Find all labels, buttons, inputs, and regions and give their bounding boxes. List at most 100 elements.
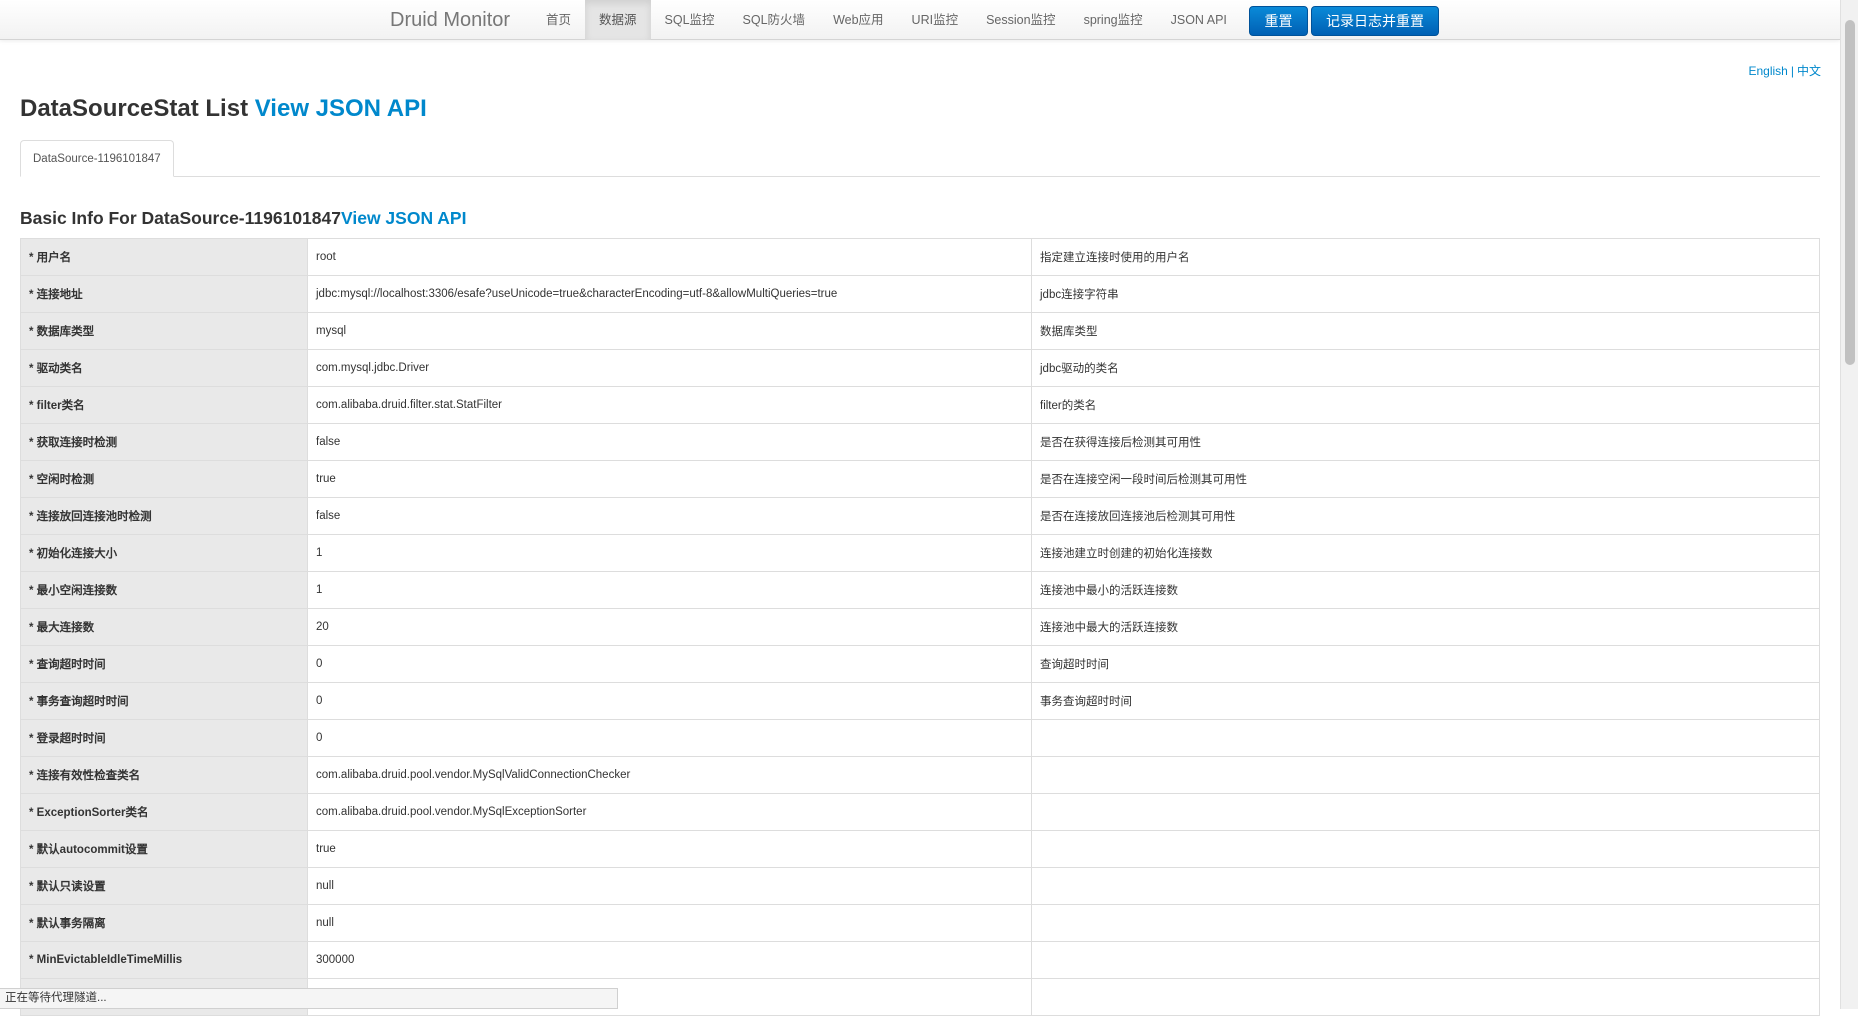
- row-description: [1031, 830, 1820, 868]
- reset-button[interactable]: 重置: [1249, 6, 1308, 36]
- row-value: 1: [307, 534, 1032, 572]
- table-row: * 最小空闲连接数 1 连接池中最小的活跃连接数: [20, 571, 1820, 609]
- nav-item-sql-monitor[interactable]: SQL监控: [651, 0, 729, 40]
- row-value: com.alibaba.druid.pool.vendor.MySqlValid…: [307, 756, 1032, 794]
- browser-status-bar: 正在等待代理隧道...: [0, 988, 618, 1009]
- page-title: DataSourceStat List View JSON API: [20, 94, 427, 124]
- row-description: 数据库类型: [1031, 312, 1820, 350]
- language-switch: English | 中文: [1749, 62, 1822, 79]
- table-row: * 连接放回连接池时检测 false 是否在连接放回连接池后检测其可用性: [20, 497, 1820, 535]
- lang-separator: |: [1790, 64, 1794, 78]
- table-row: * 用户名 root 指定建立连接时使用的用户名: [20, 238, 1820, 276]
- row-description: [1031, 904, 1820, 942]
- scrollbar-thumb[interactable]: [1845, 20, 1855, 365]
- table-row: * ExceptionSorter类名 com.alibaba.druid.poo…: [20, 793, 1820, 831]
- row-value: mysql: [307, 312, 1032, 350]
- table-row: * 默认只读设置 null: [20, 867, 1820, 905]
- row-value: null: [307, 867, 1032, 905]
- row-description: 指定建立连接时使用的用户名: [1031, 238, 1820, 276]
- row-description: 连接池中最大的活跃连接数: [1031, 608, 1820, 646]
- row-value: com.mysql.jdbc.Driver: [307, 349, 1032, 387]
- row-value: jdbc:mysql://localhost:3306/esafe?useUni…: [307, 275, 1032, 313]
- row-description: jdbc驱动的类名: [1031, 349, 1820, 387]
- tab-datasource[interactable]: DataSource-1196101847: [20, 140, 174, 177]
- table-row: * 数据库类型 mysql 数据库类型: [20, 312, 1820, 350]
- row-label: * 连接有效性检查类名: [20, 756, 308, 794]
- table-row: * 默认事务隔离 null: [20, 904, 1820, 942]
- table-row: * filter类名 com.alibaba.druid.filter.stat.…: [20, 386, 1820, 424]
- nav-item-datasource[interactable]: 数据源: [585, 0, 651, 40]
- table-row: * 初始化连接大小 1 连接池建立时创建的初始化连接数: [20, 534, 1820, 572]
- table-row: * 事务查询超时时间 0 事务查询超时时间: [20, 682, 1820, 720]
- row-value: com.alibaba.druid.filter.stat.StatFilter: [307, 386, 1032, 424]
- table-row: * 空闲时检测 true 是否在连接空闲一段时间后检测其可用性: [20, 460, 1820, 498]
- row-value: false: [307, 423, 1032, 461]
- nav-item-home[interactable]: 首页: [532, 0, 585, 40]
- row-label: * 驱动类名: [20, 349, 308, 387]
- row-value: 1: [307, 571, 1032, 609]
- section-view-json-api-link[interactable]: View JSON API: [341, 208, 466, 228]
- top-navbar: Druid Monitor 首页 数据源 SQL监控 SQL防火墙 Web应用 …: [0, 0, 1840, 40]
- row-description: 连接池建立时创建的初始化连接数: [1031, 534, 1820, 572]
- row-label: * 连接地址: [20, 275, 308, 313]
- table-row: * 驱动类名 com.mysql.jdbc.Driver jdbc驱动的类名: [20, 349, 1820, 387]
- row-value: true: [307, 460, 1032, 498]
- row-value: 0: [307, 645, 1032, 683]
- row-description: [1031, 719, 1820, 757]
- view-json-api-link[interactable]: View JSON API: [255, 95, 427, 122]
- nav-item-sql-firewall[interactable]: SQL防火墙: [729, 0, 820, 40]
- nav-item-spring-monitor[interactable]: spring监控: [1070, 0, 1157, 40]
- table-row: * 获取连接时检测 false 是否在获得连接后检测其可用性: [20, 423, 1820, 461]
- row-label: * 用户名: [20, 238, 308, 276]
- nav-item-web-app[interactable]: Web应用: [819, 0, 897, 40]
- row-value: null: [307, 904, 1032, 942]
- nav-item-uri-monitor[interactable]: URI监控: [898, 0, 973, 40]
- row-label: * 登录超时时间: [20, 719, 308, 757]
- row-description: jdbc连接字符串: [1031, 275, 1820, 313]
- lang-english-link[interactable]: English: [1749, 64, 1788, 78]
- table-row: * 默认autocommit设置 true: [20, 830, 1820, 868]
- row-value: 20: [307, 608, 1032, 646]
- row-description: filter的类名: [1031, 386, 1820, 424]
- row-description: 是否在获得连接后检测其可用性: [1031, 423, 1820, 461]
- row-label: * 连接放回连接池时检测: [20, 497, 308, 535]
- row-description: 查询超时时间: [1031, 645, 1820, 683]
- row-value: 0: [307, 719, 1032, 757]
- row-value: 0: [307, 682, 1032, 720]
- row-label: * 最大连接数: [20, 608, 308, 646]
- row-description: [1031, 941, 1820, 979]
- table-row: * 最大连接数 20 连接池中最大的活跃连接数: [20, 608, 1820, 646]
- row-label: * 最小空闲连接数: [20, 571, 308, 609]
- row-label: * 事务查询超时时间: [20, 682, 308, 720]
- page-title-text: DataSourceStat List: [20, 95, 249, 122]
- basic-info-table-body: * 用户名 root 指定建立连接时使用的用户名 * 连接地址 jdbc:mysql:/…: [20, 238, 1820, 1016]
- row-label: * 初始化连接大小: [20, 534, 308, 572]
- table-row: * 登录超时时间 0: [20, 719, 1820, 757]
- nav-item-json-api[interactable]: JSON API: [1157, 0, 1241, 40]
- row-label: * ExceptionSorter类名: [20, 793, 308, 831]
- row-label: * 默认事务隔离: [20, 904, 308, 942]
- brand-title[interactable]: Druid Monitor: [390, 8, 510, 32]
- lang-chinese-link[interactable]: 中文: [1797, 64, 1821, 78]
- row-label: * 默认只读设置: [20, 867, 308, 905]
- row-description: 是否在连接放回连接池后检测其可用性: [1031, 497, 1820, 535]
- row-label: * 获取连接时检测: [20, 423, 308, 461]
- row-description: [1031, 867, 1820, 905]
- main-nav: 首页 数据源 SQL监控 SQL防火墙 Web应用 URI监控 Session监…: [532, 0, 1241, 40]
- row-description: 是否在连接空闲一段时间后检测其可用性: [1031, 460, 1820, 498]
- row-label: * 数据库类型: [20, 312, 308, 350]
- row-label: * 查询超时时间: [20, 645, 308, 683]
- section-title: Basic Info For DataSource-1196101847View…: [20, 207, 466, 229]
- log-and-reset-button[interactable]: 记录日志并重置: [1311, 6, 1439, 36]
- row-label: * MinEvictableIdleTimeMillis: [20, 941, 308, 979]
- row-value: root: [307, 238, 1032, 276]
- row-value: 300000: [307, 941, 1032, 979]
- row-value: false: [307, 497, 1032, 535]
- row-value: true: [307, 830, 1032, 868]
- vertical-scrollbar[interactable]: [1840, 0, 1858, 1009]
- row-value: com.alibaba.druid.pool.vendor.MySqlExcep…: [307, 793, 1032, 831]
- nav-item-session-monitor[interactable]: Session监控: [972, 0, 1069, 40]
- table-row: * 查询超时时间 0 查询超时时间: [20, 645, 1820, 683]
- row-label: * 默认autocommit设置: [20, 830, 308, 868]
- row-description: 连接池中最小的活跃连接数: [1031, 571, 1820, 609]
